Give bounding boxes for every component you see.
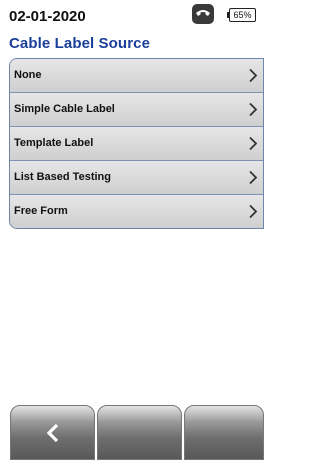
- chevron-right-icon: [249, 102, 258, 117]
- back-button[interactable]: [10, 405, 95, 460]
- date-text: 02-01-2020: [9, 8, 86, 25]
- chevron-right-icon: [249, 204, 258, 219]
- phone-icon: [192, 4, 214, 24]
- menu-item-label: Template Label: [14, 137, 94, 149]
- menu-item-free-form[interactable]: Free Form: [10, 194, 263, 228]
- chevron-right-icon: [249, 170, 258, 185]
- battery-icon: 65%: [227, 8, 256, 22]
- menu-item-list-based-testing[interactable]: List Based Testing: [10, 160, 263, 194]
- menu-item-simple-cable-label[interactable]: Simple Cable Label: [10, 92, 263, 126]
- menu-item-label: None: [14, 69, 42, 81]
- chevron-right-icon: [249, 136, 258, 151]
- cable-label-source-menu: None Simple Cable Label Template Label L…: [9, 58, 264, 229]
- back-chevron-icon: [46, 423, 59, 443]
- status-bar: 02-01-2020 65%: [0, 0, 264, 30]
- softkey-right[interactable]: [184, 405, 264, 460]
- softkey-bar: [0, 405, 264, 460]
- menu-item-label: Simple Cable Label: [14, 103, 115, 115]
- menu-item-template-label[interactable]: Template Label: [10, 126, 263, 160]
- page-title: Cable Label Source: [9, 35, 151, 52]
- softkey-middle[interactable]: [97, 405, 182, 460]
- menu-item-label: List Based Testing: [14, 171, 111, 183]
- battery-level: 65%: [233, 10, 252, 20]
- menu-item-none[interactable]: None: [10, 59, 263, 92]
- chevron-right-icon: [249, 68, 258, 83]
- menu-item-label: Free Form: [14, 205, 68, 217]
